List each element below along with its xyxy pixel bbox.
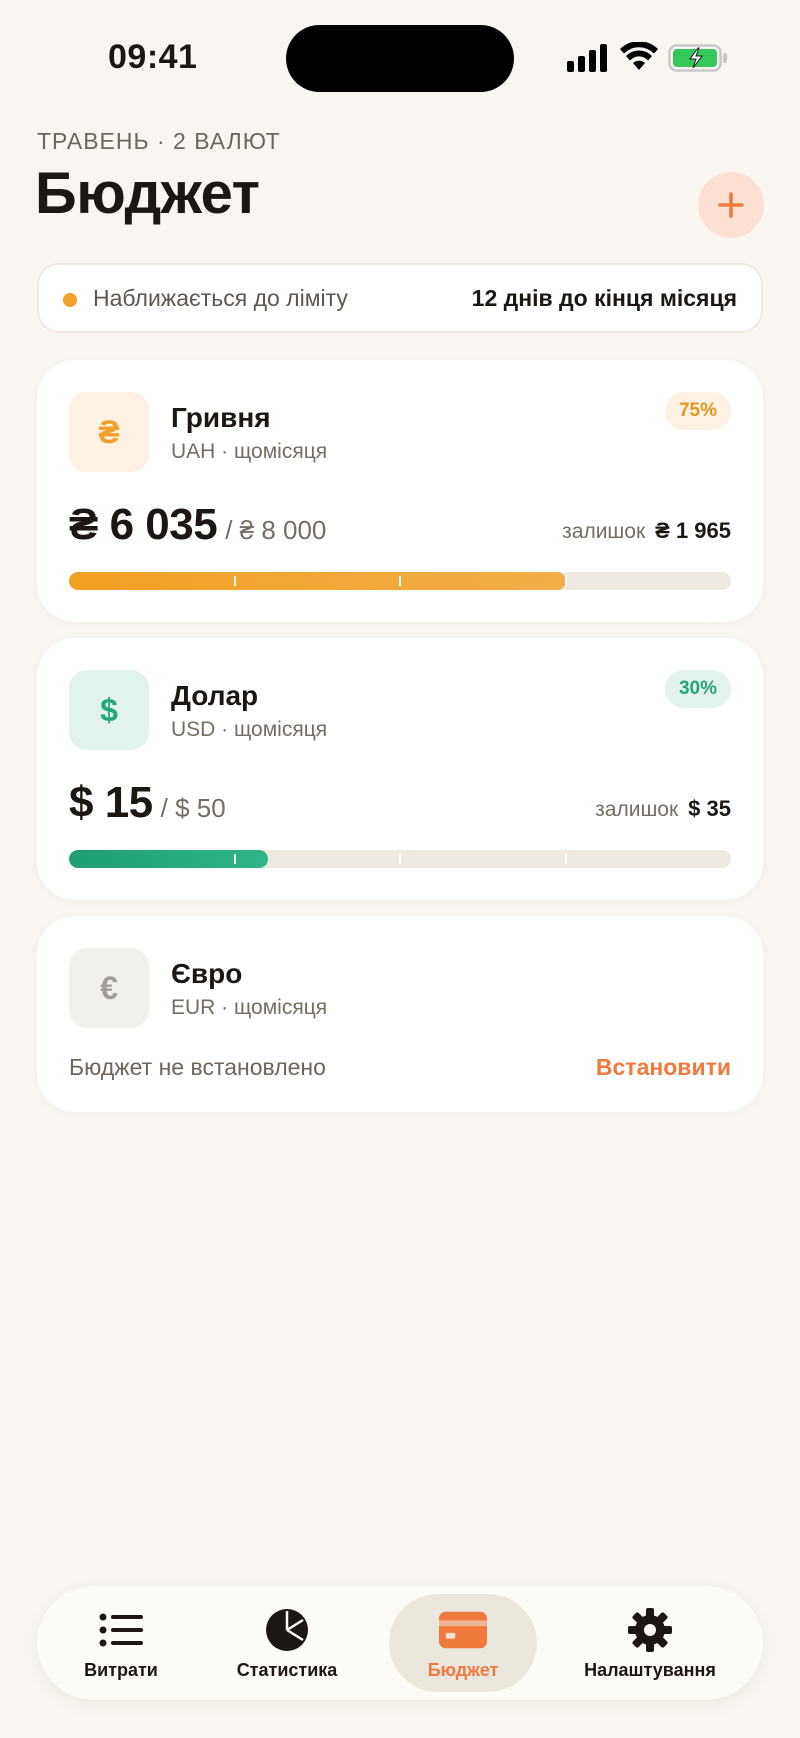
- limit-notice: Наближається до ліміту 12 днів до кінця …: [37, 263, 763, 333]
- progress-tick: [399, 576, 401, 586]
- dynamic-island: [286, 25, 514, 92]
- tab-label: Налаштування: [584, 1660, 716, 1680]
- remaining-value: $ 35: [688, 796, 731, 821]
- progress-tick: [565, 576, 567, 586]
- currency-name: Євро: [171, 958, 243, 989]
- plus-icon: [718, 192, 744, 218]
- progress-tick: [234, 576, 236, 586]
- status-time: 09:41: [108, 38, 198, 76]
- wifi-icon: [620, 42, 658, 70]
- budget-progress-bar: [69, 572, 731, 590]
- pie-chart-icon: [263, 1608, 311, 1652]
- percent-badge: 30%: [664, 670, 731, 708]
- progress-tick: [399, 854, 401, 864]
- currency-period: USD · щомісяця: [171, 718, 328, 741]
- hryvnia-icon: ₴: [69, 392, 149, 472]
- add-budget-button[interactable]: [698, 172, 764, 238]
- tab-bar: Витрати Статистика Бюджет Налаштування: [37, 1586, 763, 1700]
- battery-charging-icon: [668, 44, 727, 72]
- remaining-label: залишок: [562, 520, 646, 543]
- currency-period: EUR · щомісяця: [171, 996, 328, 1019]
- list-icon: [97, 1608, 145, 1652]
- progress-fill: [69, 850, 268, 868]
- tab-statistics[interactable]: Статистика: [187, 1586, 387, 1700]
- amount-row: $ 15 / $ 50: [69, 778, 226, 828]
- dollar-icon: $: [69, 670, 149, 750]
- budget-progress-bar: [69, 850, 731, 868]
- currency-name: Гривня: [171, 402, 271, 433]
- progress-tick: [234, 854, 236, 864]
- tab-settings[interactable]: Налаштування: [537, 1586, 763, 1700]
- budget-card-usd[interactable]: $ Долар USD · щомісяця 30% $ 15 / $ 50 з…: [37, 638, 763, 900]
- euro-icon: €: [69, 948, 149, 1028]
- percent-badge: 75%: [664, 392, 731, 430]
- warning-dot: [63, 293, 77, 307]
- amount-spent: ₴ 6 035: [69, 500, 218, 549]
- progress-tick: [565, 854, 567, 864]
- cellular-signal-icon: [567, 44, 607, 72]
- amount-limit: / ₴ 8 000: [225, 515, 327, 545]
- page-title: Бюджет: [35, 161, 260, 226]
- budget-card-eur[interactable]: € Євро EUR · щомісяця Бюджет не встановл…: [37, 916, 763, 1112]
- days-left-text: 12 днів до кінця місяця: [471, 285, 737, 311]
- progress-fill: [69, 572, 566, 590]
- tab-label: Витрати: [84, 1660, 158, 1680]
- currency-period: UAH · щомісяця: [171, 440, 328, 463]
- currency-name: Долар: [171, 680, 259, 711]
- page-subtitle: ТРАВЕНЬ · 2 ВАЛЮТ: [37, 128, 281, 154]
- amount-row: ₴ 6 035 / ₴ 8 000: [69, 500, 326, 550]
- status-bar: 09:41: [0, 0, 800, 120]
- gear-icon: [626, 1608, 674, 1652]
- notice-text: Наближається до ліміту: [93, 285, 348, 311]
- remaining: залишок ₴ 1 965: [562, 518, 731, 544]
- remaining-label: залишок: [595, 798, 679, 821]
- tab-budget[interactable]: Бюджет: [389, 1594, 537, 1692]
- amount-spent: $ 15: [69, 778, 153, 827]
- remaining-value: ₴ 1 965: [655, 518, 731, 543]
- amount-limit: / $ 50: [160, 793, 226, 823]
- tab-expenses[interactable]: Витрати: [37, 1586, 205, 1700]
- set-budget-button[interactable]: Встановити: [596, 1054, 731, 1081]
- budget-card-uah[interactable]: ₴ Гривня UAH · щомісяця 75% ₴ 6 035 / ₴ …: [37, 360, 763, 622]
- remaining: залишок $ 35: [595, 796, 731, 822]
- wallet-card-icon: [439, 1608, 487, 1652]
- tab-label: Статистика: [236, 1660, 338, 1680]
- tab-label: Бюджет: [427, 1660, 499, 1680]
- no-budget-text: Бюджет не встановлено: [69, 1054, 326, 1080]
